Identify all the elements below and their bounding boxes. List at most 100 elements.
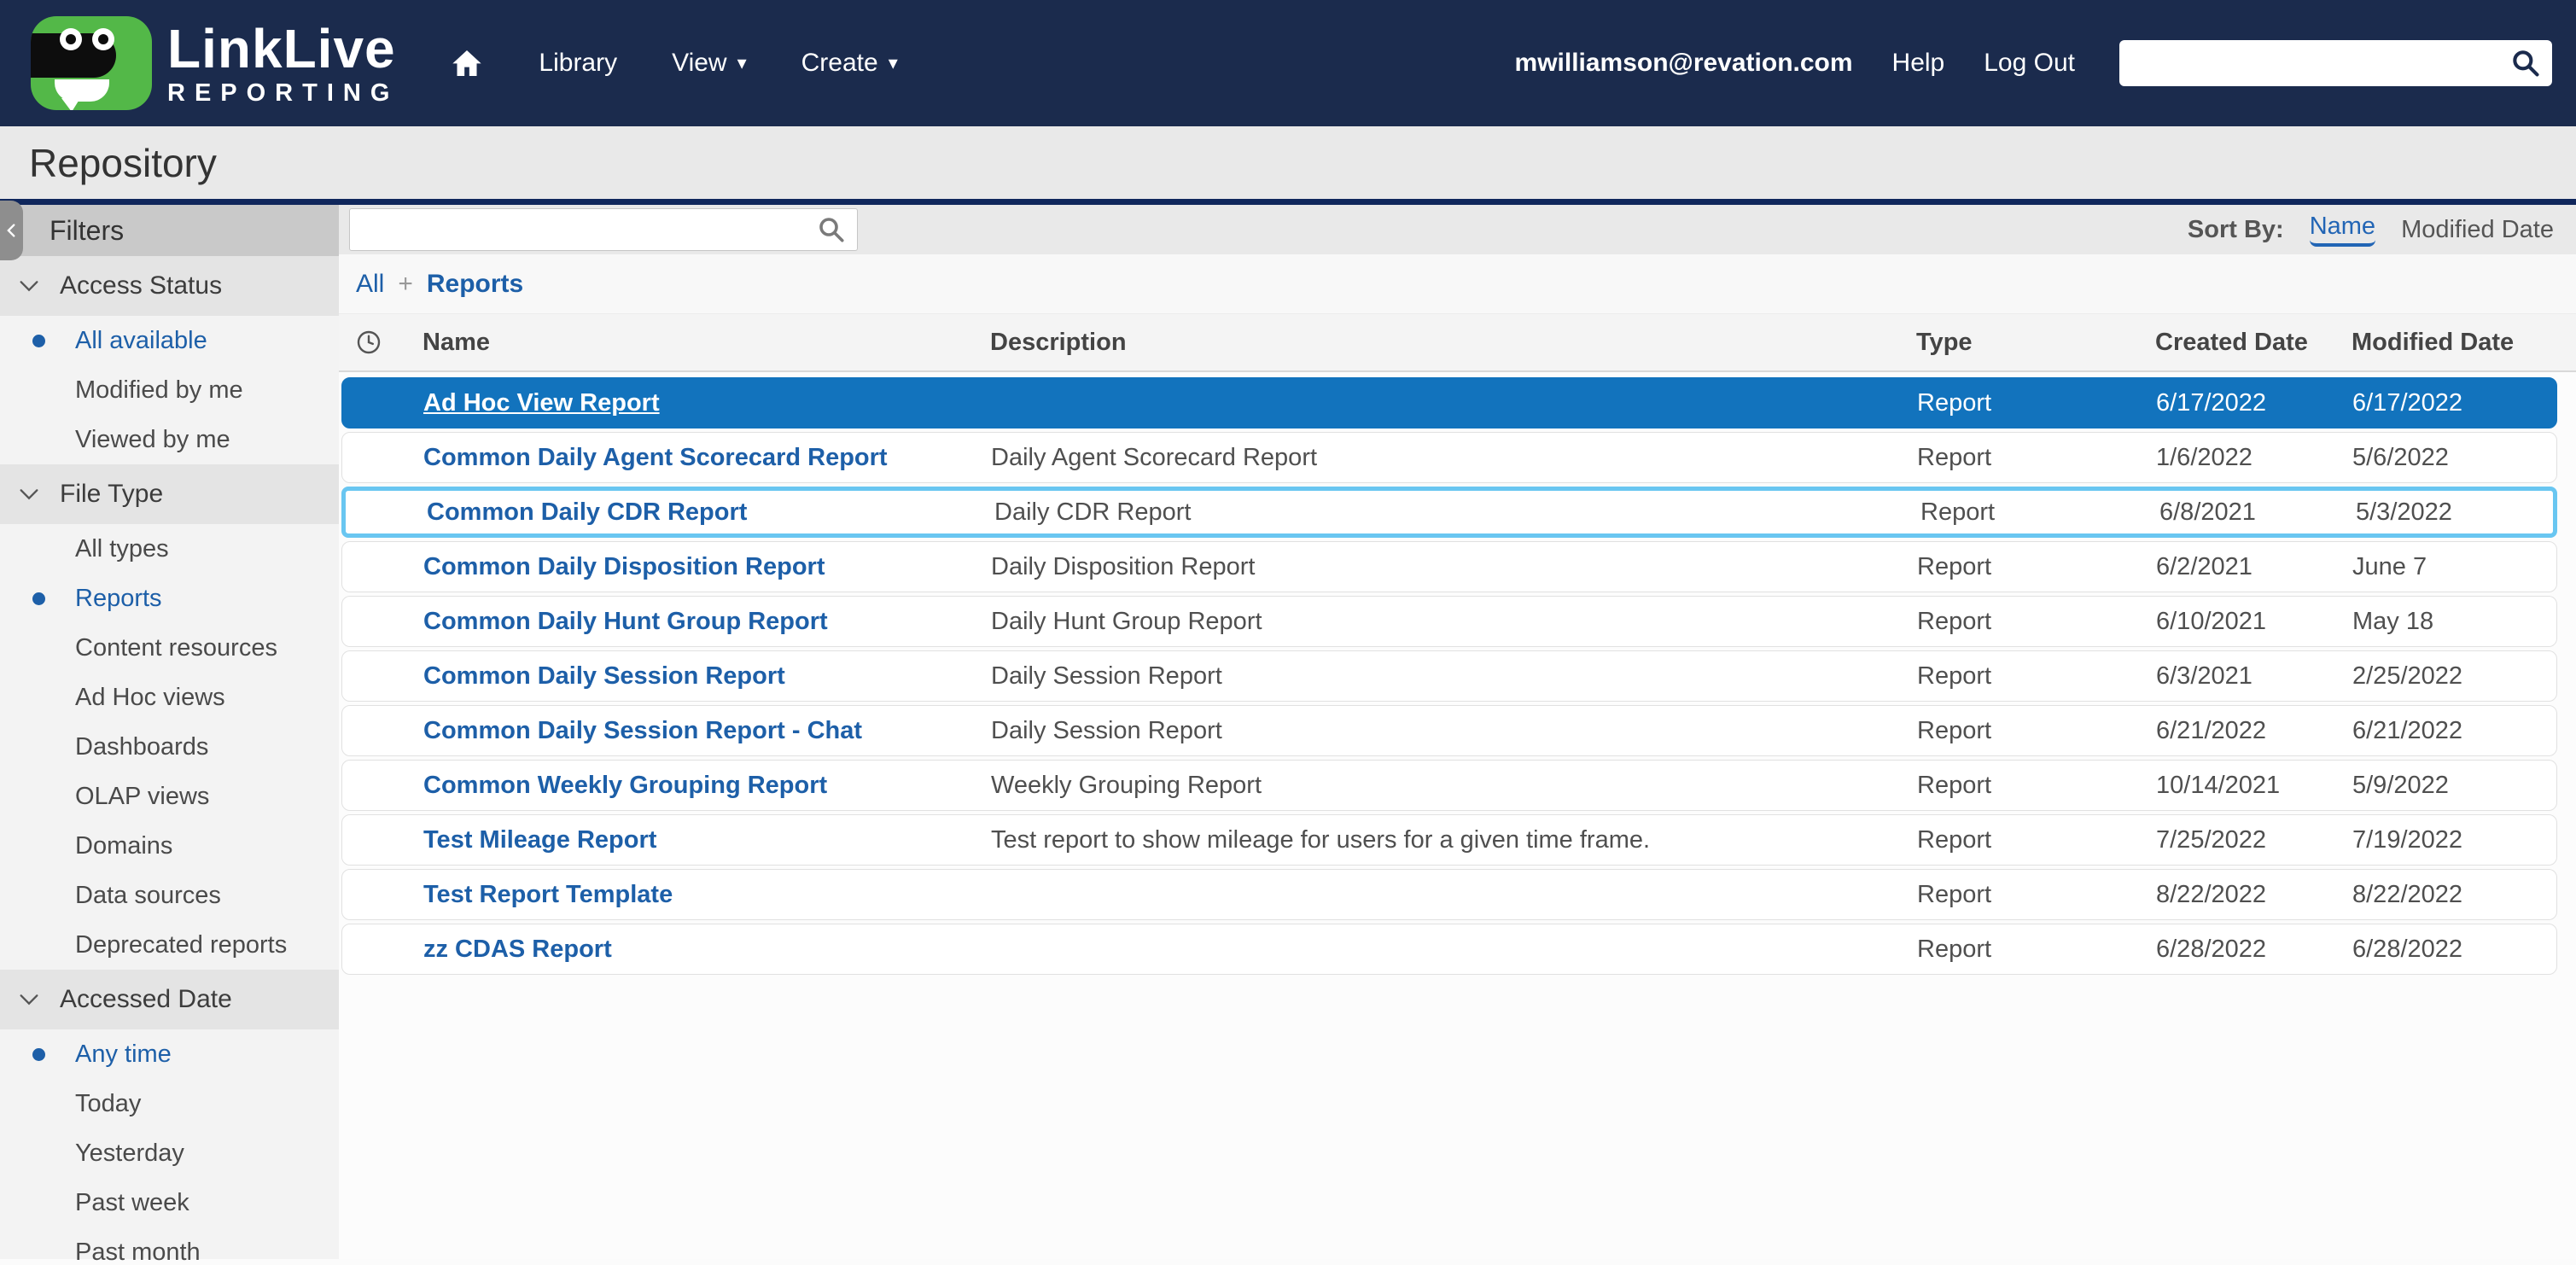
filter-olap-views[interactable]: OLAP views <box>0 772 339 821</box>
home-button[interactable] <box>450 46 484 80</box>
report-link[interactable]: Ad Hoc View Report <box>423 389 660 417</box>
search-icon[interactable] <box>816 214 847 245</box>
filter-any-time[interactable]: Any time <box>0 1029 339 1079</box>
report-link[interactable]: Common Daily Session Report - Chat <box>423 717 862 744</box>
topbar-right: mwilliamson@revation.com Help Log Out <box>1515 40 2552 86</box>
table-row[interactable]: Common Daily Agent Scorecard Report Dail… <box>341 432 2557 483</box>
filter-deprecated-reports[interactable]: Deprecated reports <box>0 920 339 970</box>
filter-all-types[interactable]: All types <box>0 524 339 574</box>
type-cell: Report <box>1917 662 2156 691</box>
filter-label: Any time <box>75 1041 172 1069</box>
created-date-cell: 6/2/2021 <box>2156 553 2352 581</box>
modified-date-cell: 8/22/2022 <box>2352 881 2556 909</box>
type-cell: Report <box>1917 608 2156 636</box>
header-created-date: Created Date <box>2155 329 2352 357</box>
sort-option-modified-date[interactable]: Modified Date <box>2401 216 2554 244</box>
report-link[interactable]: Common Daily Session Report <box>423 662 785 690</box>
report-link[interactable]: Common Daily Hunt Group Report <box>423 608 828 635</box>
filter-past-month[interactable]: Past month <box>0 1227 339 1265</box>
created-date-cell: 6/8/2021 <box>2159 498 2356 527</box>
header-description: Description <box>990 329 1916 357</box>
chevron-down-icon: ▾ <box>737 54 747 73</box>
nav-view-menu[interactable]: View ▾ <box>672 49 747 78</box>
modified-date-cell: 7/19/2022 <box>2352 826 2556 854</box>
main-nav: Library View ▾ Create ▾ <box>450 46 897 80</box>
modified-date-cell: June 7 <box>2352 553 2556 581</box>
user-email: mwilliamson@revation.com <box>1515 49 1853 78</box>
content-toolbar: Sort By: Name Modified Date <box>339 205 2576 254</box>
chevron-down-icon <box>17 277 41 294</box>
filter-past-week[interactable]: Past week <box>0 1178 339 1227</box>
filter-label: Past month <box>75 1239 201 1265</box>
breadcrumb-reports[interactable]: Reports <box>427 270 523 299</box>
filter-modified-by-me[interactable]: Modified by me <box>0 365 339 415</box>
report-link[interactable]: Common Daily Agent Scorecard Report <box>423 444 888 471</box>
created-date-cell: 10/14/2021 <box>2156 772 2352 800</box>
section-label: File Type <box>60 480 163 509</box>
nav-create-menu[interactable]: Create ▾ <box>801 49 898 78</box>
description-cell: Daily CDR Report <box>994 498 1920 527</box>
global-search-box <box>2119 40 2552 86</box>
filter-label: Viewed by me <box>75 426 230 454</box>
report-link[interactable]: Test Report Template <box>423 881 673 908</box>
filter-dashboards[interactable]: Dashboards <box>0 722 339 772</box>
filter-reports[interactable]: Reports <box>0 574 339 623</box>
created-date-cell: 6/10/2021 <box>2156 608 2352 636</box>
filter-content-resources[interactable]: Content resources <box>0 623 339 673</box>
report-link[interactable]: Test Mileage Report <box>423 826 656 854</box>
nav-library[interactable]: Library <box>539 49 617 78</box>
section-accessed-date[interactable]: Accessed Date <box>0 970 339 1029</box>
modified-date-cell: May 18 <box>2352 608 2556 636</box>
filter-all-available[interactable]: All available <box>0 316 339 365</box>
table-row[interactable]: Ad Hoc View Report Report 6/17/2022 6/17… <box>341 377 2557 428</box>
table-row[interactable]: Test Mileage Report Test report to show … <box>341 814 2557 866</box>
sidebar-collapse-button[interactable] <box>0 201 23 260</box>
table-row[interactable]: Common Daily CDR Report Daily CDR Report… <box>341 487 2557 538</box>
repository-search-input[interactable] <box>362 217 816 243</box>
breadcrumb-all[interactable]: All <box>356 270 384 299</box>
description-cell: Daily Agent Scorecard Report <box>991 444 1917 472</box>
table-row[interactable]: Common Daily Hunt Group Report Daily Hun… <box>341 596 2557 647</box>
global-search-input[interactable] <box>2133 50 2509 77</box>
nav-view-label: View <box>672 49 726 78</box>
created-date-cell: 7/25/2022 <box>2156 826 2352 854</box>
filter-data-sources[interactable]: Data sources <box>0 871 339 920</box>
table-row[interactable]: Common Weekly Grouping Report Weekly Gro… <box>341 760 2557 811</box>
table-row[interactable]: Test Report Template Report 8/22/2022 8/… <box>341 869 2557 920</box>
filter-label: Past week <box>75 1189 189 1217</box>
report-link[interactable]: zz CDAS Report <box>423 936 612 963</box>
report-link[interactable]: Common Weekly Grouping Report <box>423 772 827 799</box>
table-row[interactable]: Common Daily Disposition Report Daily Di… <box>341 541 2557 592</box>
created-date-cell: 8/22/2022 <box>2156 881 2352 909</box>
chevron-down-icon <box>17 486 41 503</box>
section-access-status[interactable]: Access Status <box>0 256 339 316</box>
type-cell: Report <box>1917 881 2156 909</box>
brand-name: LinkLive <box>167 21 399 76</box>
description-cell: Weekly Grouping Report <box>991 772 1917 800</box>
created-date-cell: 1/6/2022 <box>2156 444 2352 472</box>
logout-link[interactable]: Log Out <box>1984 49 2075 78</box>
modified-date-cell: 6/21/2022 <box>2352 717 2556 745</box>
speech-tail <box>61 98 80 110</box>
sort-option-name[interactable]: Name <box>2310 213 2375 247</box>
filter-domains[interactable]: Domains <box>0 821 339 871</box>
filter-ad-hoc-views[interactable]: Ad Hoc views <box>0 673 339 722</box>
filter-yesterday[interactable]: Yesterday <box>0 1128 339 1178</box>
filter-viewed-by-me[interactable]: Viewed by me <box>0 415 339 464</box>
type-cell: Report <box>1917 772 2156 800</box>
brand-logo[interactable]: LinkLive REPORTING <box>31 16 399 110</box>
type-cell: Report <box>1917 553 2156 581</box>
modified-date-cell: 5/3/2022 <box>2356 498 2553 527</box>
section-file-type[interactable]: File Type <box>0 464 339 524</box>
table-row[interactable]: Common Daily Session Report Daily Sessio… <box>341 650 2557 702</box>
help-link[interactable]: Help <box>1892 49 1945 78</box>
table-row[interactable]: Common Daily Session Report - Chat Daily… <box>341 705 2557 756</box>
home-icon <box>450 46 484 80</box>
search-icon[interactable] <box>2509 47 2542 79</box>
table-row[interactable]: zz CDAS Report Report 6/28/2022 6/28/202… <box>341 924 2557 975</box>
report-link[interactable]: Common Daily CDR Report <box>427 498 747 526</box>
filter-today[interactable]: Today <box>0 1079 339 1128</box>
report-link[interactable]: Common Daily Disposition Report <box>423 553 825 580</box>
chevron-down-icon: ▾ <box>889 54 898 73</box>
type-cell: Report <box>1920 498 2159 527</box>
